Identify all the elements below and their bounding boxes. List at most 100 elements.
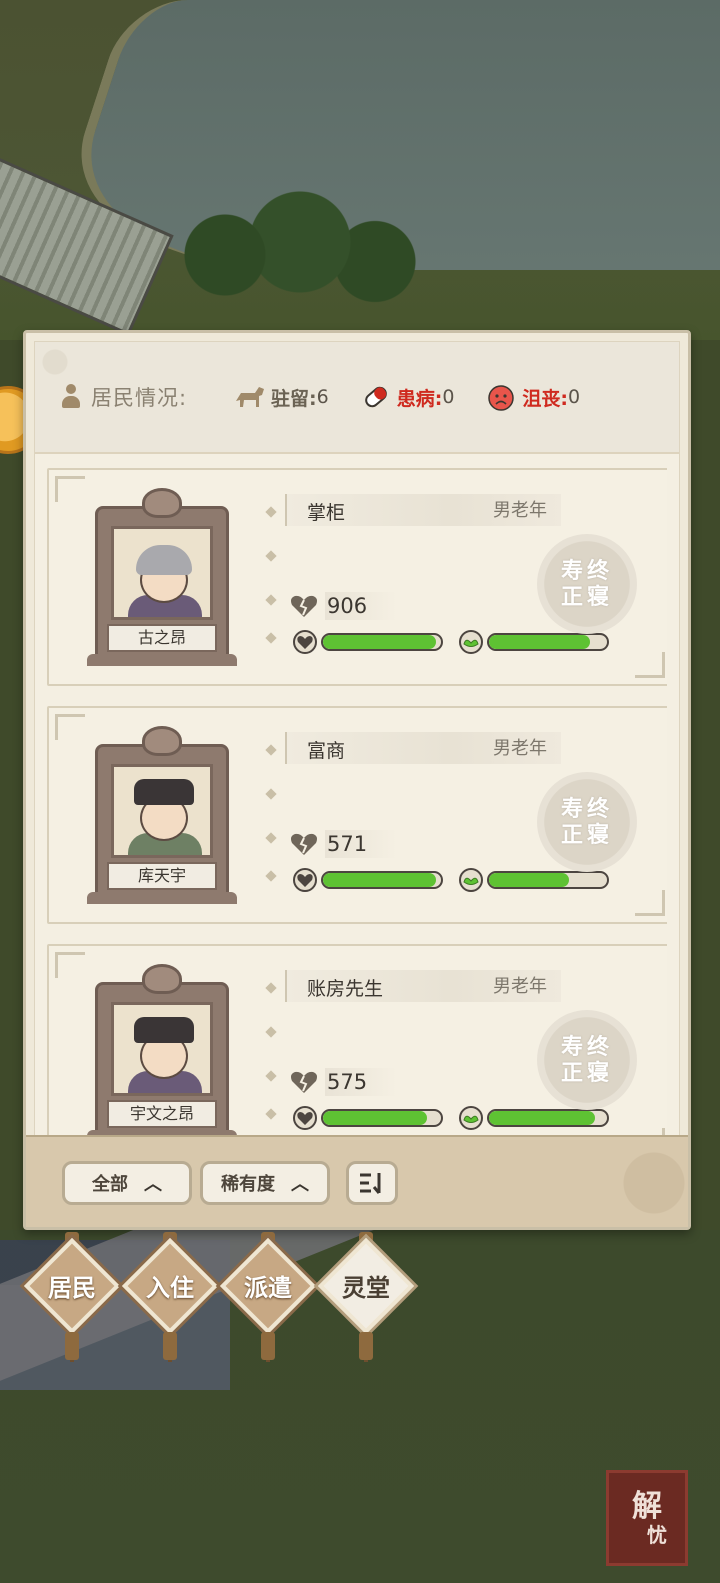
relieve-worry-button[interactable]: 解 忧 [606, 1470, 688, 1566]
tab-dispatch[interactable]: 派遣 [219, 1232, 317, 1362]
sort-button[interactable] [346, 1161, 398, 1205]
depressed-value: 0 [568, 386, 581, 408]
card-corner-ornament [635, 890, 665, 916]
resident-value: 906 [325, 592, 398, 620]
role-bar: 富商 男老年 [285, 732, 561, 764]
seal-line-1: 寿终 [560, 1034, 613, 1060]
health-bar-fill [323, 873, 437, 887]
tab-label: 派遣 [244, 1274, 292, 1302]
resident-name: 宇文之昂 [107, 1100, 217, 1128]
resident-list[interactable]: 古之昂 掌柜 男老年 906 寿终 正寝 库天宇 富商 男老年 571 寿终 正… [47, 468, 667, 1136]
depressed-label: 沮丧: [522, 387, 569, 410]
stat-depressed: 沮丧: 0 [484, 383, 580, 411]
bullet-icon [265, 744, 277, 756]
mood-bar [487, 871, 609, 889]
mood-bar [487, 1109, 609, 1127]
stamp-line-1: 解 [632, 1489, 662, 1524]
card-corner-ornament [55, 476, 85, 502]
mood-bar [487, 633, 609, 651]
resident-avatar [111, 526, 213, 620]
stat-bars [291, 630, 623, 654]
tab-tassel [65, 1332, 79, 1360]
resident-card[interactable]: 库天宇 富商 男老年 571 寿终 正寝 [47, 706, 667, 924]
avatar-hat [134, 1017, 194, 1043]
portrait-crest [142, 726, 182, 756]
broken-heart-icon [291, 595, 317, 617]
bullet-icon [265, 1108, 277, 1120]
bullet-icon [265, 1026, 277, 1038]
resident-role: 富商 [307, 740, 346, 762]
residents-panel: 居民情况: 驻留: 6 患病: 0 沮丧: 0 古之昂 掌柜 男老年 906 寿… [23, 330, 691, 1230]
stat-bars [291, 1106, 623, 1130]
bullet-icon [265, 632, 277, 644]
stamp-line-2: 忧 [647, 1523, 667, 1547]
deceased-seal: 寿终 正寝 [537, 534, 637, 634]
bullet-icon [265, 832, 277, 844]
sort-icon [360, 1173, 381, 1194]
filter-all-button[interactable]: 全部 ︿ [62, 1161, 192, 1205]
value-row: 571 [289, 830, 398, 858]
heart-icon [293, 1106, 317, 1130]
stat-bars [291, 868, 623, 892]
leaf-icon [459, 1106, 483, 1130]
tab-residents[interactable]: 居民 [23, 1232, 121, 1362]
resident-status-bar: 居民情况: 驻留: 6 患病: 0 沮丧: 0 [35, 342, 679, 454]
resident-tag: 男老年 [493, 738, 547, 759]
tab-label: 居民 [48, 1274, 96, 1302]
mood-bar-fill [489, 873, 570, 887]
tab-memorial-hall[interactable]: 灵堂 [317, 1232, 415, 1362]
seal-line-2: 正寝 [560, 822, 613, 848]
deceased-seal: 寿终 正寝 [537, 1010, 637, 1110]
bullet-icon [265, 982, 277, 994]
deceased-seal: 寿终 正寝 [537, 772, 637, 872]
avatar-hat [134, 779, 194, 805]
resident-card[interactable]: 古之昂 掌柜 男老年 906 寿终 正寝 [47, 468, 667, 686]
panel-content: 居民情况: 驻留: 6 患病: 0 沮丧: 0 古之昂 掌柜 男老年 906 寿… [34, 341, 680, 1137]
chevron-up-icon: ︿ [291, 1174, 309, 1195]
bullet-icon [265, 870, 277, 882]
mood-bar-fill [489, 1111, 596, 1125]
tab-label: 入住 [146, 1274, 194, 1302]
filter-bar: 全部 ︿ 稀有度 ︿ [26, 1135, 688, 1227]
resident-value: 571 [325, 830, 398, 858]
resident-name: 古之昂 [107, 624, 217, 652]
bullet-icon [265, 506, 277, 518]
broken-heart-icon [291, 833, 317, 855]
leaf-icon [459, 630, 483, 654]
tab-move-in[interactable]: 入住 [121, 1232, 219, 1362]
leaf-icon [459, 868, 483, 892]
sick-value: 0 [442, 386, 455, 408]
mood-bar-fill [489, 635, 591, 649]
portrait-stand [87, 654, 237, 666]
portrait-stand [87, 892, 237, 904]
bullet-icon [265, 594, 277, 606]
resident-portrait[interactable]: 古之昂 [87, 488, 237, 666]
filter-rarity-button[interactable]: 稀有度 ︿ [200, 1161, 330, 1205]
resident-role: 账房先生 [307, 978, 384, 1000]
horse-icon [236, 387, 264, 407]
pill-icon [364, 386, 387, 408]
status-label: 居民情况: [91, 386, 188, 410]
avatar-hair [136, 545, 192, 575]
tab-tassel [163, 1332, 177, 1360]
value-row: 906 [289, 592, 398, 620]
resident-portrait[interactable]: 宇文之昂 [87, 964, 237, 1136]
stationed-value: 6 [316, 386, 329, 408]
heart-icon [293, 630, 317, 654]
sad-face-icon [488, 385, 515, 411]
health-bar [321, 1109, 443, 1127]
health-bar-fill [323, 1111, 427, 1125]
resident-avatar [111, 764, 213, 858]
card-corner-ornament [55, 952, 85, 978]
bullet-icon [265, 788, 277, 800]
resident-name: 库天宇 [107, 862, 217, 890]
value-row: 575 [289, 1068, 398, 1096]
resident-portrait[interactable]: 库天宇 [87, 726, 237, 904]
tab-label: 灵堂 [342, 1274, 390, 1302]
bottom-nav: 居民 入住 派遣 灵堂 [0, 1232, 430, 1362]
filter-all-label: 全部 [92, 1174, 128, 1195]
card-corner-ornament [635, 652, 665, 678]
resident-card[interactable]: 宇文之昂 账房先生 男老年 575 寿终 正寝 [47, 944, 667, 1136]
role-bar: 账房先生 男老年 [285, 970, 561, 1002]
broken-heart-icon [291, 1071, 317, 1093]
